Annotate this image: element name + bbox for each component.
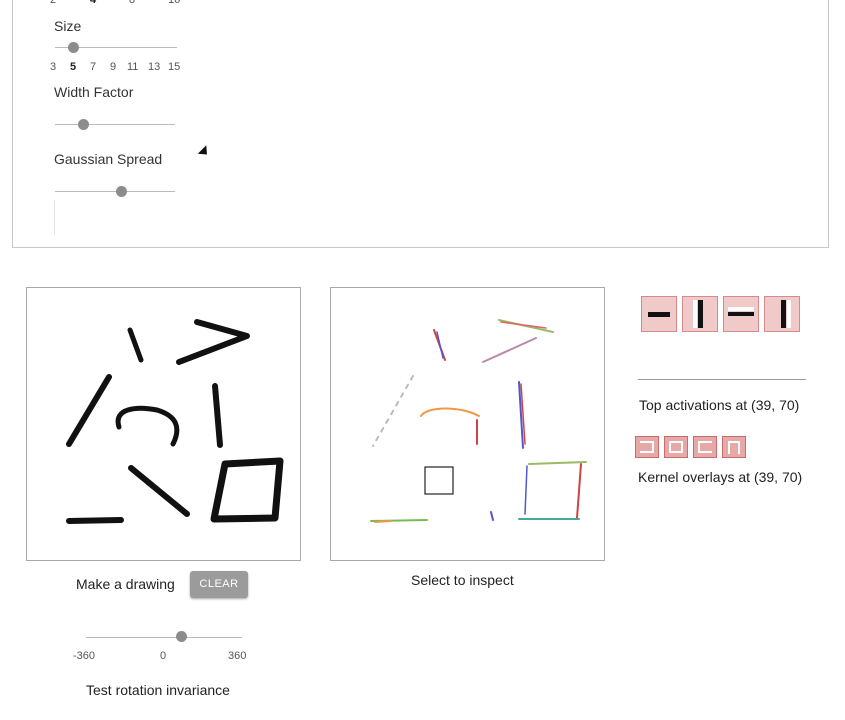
top-activations-label: Top activations at (39, 70) — [639, 397, 800, 413]
rotation-slider-knob[interactable] — [176, 631, 187, 642]
rotation-tick: -360 — [73, 650, 96, 662]
activation-strokes — [370, 319, 587, 523]
width-factor-slider-knob[interactable] — [78, 119, 89, 130]
rotation-caption: Test rotation invariance — [86, 682, 230, 698]
size-label: Size — [54, 18, 82, 34]
kernel-overlay-icon — [635, 436, 659, 458]
kernel-vertical-icon — [682, 296, 718, 332]
rotation-tick: 0 — [160, 650, 167, 662]
kernel-overlay-icon — [664, 436, 688, 458]
drawing-strokes — [66, 319, 284, 524]
inspect-selection-box — [424, 466, 454, 495]
kernel-vertical-icon — [764, 296, 800, 332]
gaussian-spread-slider-track[interactable] — [55, 191, 175, 192]
scale-tick: 16 — [168, 0, 181, 6]
width-factor-label: Width Factor — [54, 84, 134, 100]
size-tick: 15 — [168, 61, 181, 73]
size-tick: 13 — [148, 61, 161, 73]
kernel-overlays-label: Kernel overlays at (39, 70) — [638, 469, 803, 485]
inspect-canvas[interactable] — [330, 287, 605, 561]
size-tick: 11 — [127, 61, 139, 73]
scale-tick: 2 — [50, 0, 57, 6]
rotation-slider-track[interactable] — [86, 637, 242, 638]
size-tick-selected: 5 — [70, 61, 77, 73]
kernel-overlays — [635, 436, 747, 460]
kernel-horizontal-icon — [723, 296, 759, 332]
inspect-caption: Select to inspect — [411, 572, 514, 588]
size-tick: 3 — [50, 61, 57, 73]
scale-tick: 4 — [90, 0, 97, 6]
kernel-horizontal-icon — [641, 296, 677, 332]
divider — [638, 379, 806, 380]
size-tick: 9 — [110, 61, 117, 73]
gaussian-spread-label: Gaussian Spread — [54, 151, 163, 167]
kernel-overlay-icon — [722, 436, 746, 458]
gaussian-spread-slider-knob[interactable] — [116, 186, 127, 197]
drawing-caption: Make a drawing — [76, 576, 175, 592]
scale-tick: 8 — [129, 0, 136, 6]
kernel-overlay-icon — [693, 436, 717, 458]
size-tick: 7 — [90, 61, 97, 73]
top-activation-kernels — [641, 296, 803, 334]
rotation-tick: 360 — [228, 650, 247, 662]
clear-button[interactable]: CLEAR — [190, 571, 248, 598]
drawing-canvas[interactable] — [26, 287, 301, 561]
width-factor-slider-track[interactable] — [55, 124, 175, 125]
size-slider-knob[interactable] — [68, 42, 79, 53]
panel-divider — [54, 200, 55, 235]
